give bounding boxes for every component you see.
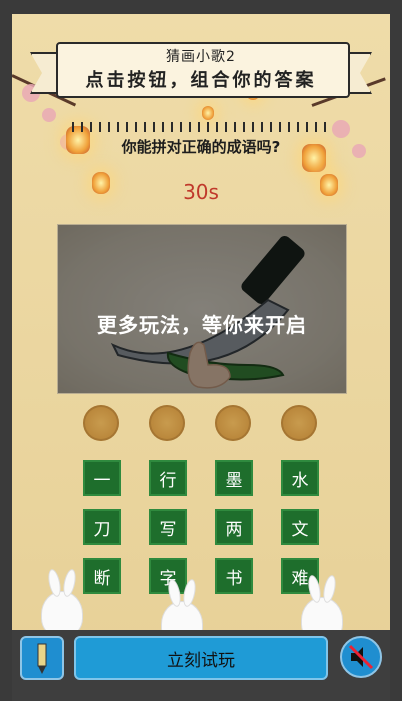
answer-slot-4[interactable]	[281, 405, 317, 441]
lantern-icon	[202, 106, 214, 120]
app-icon-button[interactable]	[20, 636, 64, 680]
char-key[interactable]: 断	[83, 558, 121, 594]
picture-overlay: 更多玩法，等你来开启	[58, 225, 346, 393]
char-key[interactable]: 行	[149, 460, 187, 496]
char-key[interactable]: 两	[215, 509, 253, 545]
decorative-ruler	[72, 122, 330, 132]
char-key[interactable]: 写	[149, 509, 187, 545]
answer-slot-2[interactable]	[149, 405, 185, 441]
char-key[interactable]: 墨	[215, 460, 253, 496]
countdown-timer: 30s	[183, 180, 219, 204]
game-title: 猜画小歌2	[166, 49, 236, 65]
puzzle-picture[interactable]: 更多玩法，等你来开启	[57, 224, 347, 394]
char-key[interactable]: 字	[149, 558, 187, 594]
answer-slot-1[interactable]	[83, 405, 119, 441]
sound-toggle-button[interactable]	[340, 636, 382, 678]
question-text: 你能拼对正确的成语吗?	[121, 138, 281, 156]
overlay-message: 更多玩法，等你来开启	[97, 313, 307, 337]
char-key[interactable]: 刀	[83, 509, 121, 545]
game-stage: 猜画小歌2 点击按钮，组合你的答案 你能拼对正确的成语吗? 30s 更多玩法，等…	[12, 14, 390, 701]
char-key[interactable]: 文	[281, 509, 319, 545]
pencil-icon	[37, 643, 47, 674]
title-banner: 猜画小歌2 点击按钮，组合你的答案	[30, 38, 372, 98]
speaker-muted-icon	[348, 644, 374, 670]
char-key[interactable]: 水	[281, 460, 319, 496]
try-now-button[interactable]: 立刻试玩	[74, 636, 328, 680]
char-key[interactable]: 一	[83, 460, 121, 496]
answer-slot-3[interactable]	[215, 405, 251, 441]
bottom-bar: 立刻试玩	[12, 630, 390, 701]
instruction-text: 点击按钮，组合你的答案	[85, 70, 317, 91]
char-key[interactable]: 书	[215, 558, 253, 594]
blossom	[42, 108, 56, 122]
